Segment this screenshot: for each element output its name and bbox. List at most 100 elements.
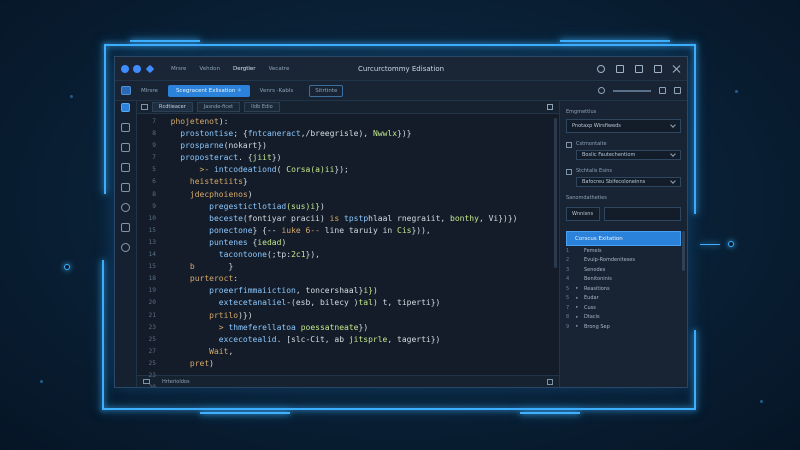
panel-toggle-icon[interactable] xyxy=(659,87,666,94)
tree-item[interactable]: 2 Evuip-Romdeniteses xyxy=(566,256,681,266)
line-number: 7 xyxy=(152,118,156,125)
code-token: jitsprle xyxy=(348,334,388,344)
toolbar-icon[interactable] xyxy=(121,86,131,95)
title-bar: Mrsre Vehdon Dergtler Vecatre Curcurctom… xyxy=(115,57,687,81)
menu-item-active[interactable]: Dergtler xyxy=(233,66,256,72)
search-icon[interactable] xyxy=(598,87,605,94)
tab-overflow-icon[interactable] xyxy=(547,104,553,110)
code-token: , Vi})}) xyxy=(478,213,518,223)
code-line[interactable]: b } xyxy=(161,261,559,273)
code-line[interactable]: purteroct: xyxy=(161,273,559,285)
tree-item[interactable]: 7 ▸ Cuss xyxy=(566,303,681,313)
code-line[interactable]: ponectone} {-- iuke 6-- line taruiy in C… xyxy=(161,225,559,237)
code-token: { xyxy=(247,237,258,247)
close-window-button[interactable] xyxy=(673,65,681,73)
code-line[interactable] xyxy=(161,370,559,375)
files-icon[interactable] xyxy=(121,123,130,132)
option-dropdown[interactable]: Boslic Fautechentiom xyxy=(576,150,681,160)
tree-item[interactable]: 5 ▸ Reasitions xyxy=(566,284,681,294)
code-line[interactable]: jdecphoienos) xyxy=(161,189,559,201)
code-line[interactable]: prosparne(nokart}) xyxy=(161,140,559,152)
primary-action-button[interactable]: Scegracent Exlisation ✧ xyxy=(167,84,250,97)
user-icon[interactable] xyxy=(121,203,130,212)
chevron-right-icon[interactable]: ▸ xyxy=(576,324,584,329)
list-icon[interactable] xyxy=(121,183,130,192)
tab-menu-icon[interactable] xyxy=(141,104,148,110)
panel-scrollbar[interactable] xyxy=(682,231,685,271)
code-token: excecotealid xyxy=(218,334,277,344)
option-checkbox[interactable] xyxy=(566,142,572,148)
tree-header[interactable]: Corscus Exitation xyxy=(566,231,681,246)
document-icon[interactable] xyxy=(121,163,130,172)
code-line[interactable]: phojetenot): xyxy=(161,116,559,128)
code-line[interactable]: proposteract. {jiit}) xyxy=(161,152,559,164)
option-dropdown[interactable]: Bafocreu Sbifecoloneinns xyxy=(576,177,681,187)
tab[interactable]: Jasnde-ficet xyxy=(196,102,241,112)
option-checkbox[interactable] xyxy=(566,169,572,175)
panel-dropdown[interactable]: Pnotaxp Wirsfiweds xyxy=(566,119,681,133)
code-text[interactable]: phojetenot): prostontise; {fntcaneract,/… xyxy=(161,114,559,375)
workspace: Rcdtieacer Jasnde-ficet Ildb Edio 7 8 9 7 5 6… xyxy=(115,101,687,387)
code-line[interactable]: excecotealid. [slc-Cit, ab jitsprle, tag… xyxy=(161,334,559,346)
code-line[interactable]: pregestictlotiad(sus)i}) xyxy=(161,201,559,213)
chevron-right-icon[interactable]: ▸ xyxy=(576,305,584,310)
chevron-right-icon[interactable]: ▸ xyxy=(576,315,584,320)
status-bar: Hrterioldos xyxy=(137,375,559,387)
search-icon[interactable] xyxy=(597,64,605,73)
split-button[interactable]: Wnnisns xyxy=(566,207,600,221)
code-line[interactable]: prtilo)}) xyxy=(161,310,559,322)
code-token: i} xyxy=(363,286,373,296)
code-line[interactable]: > thmeferellatoa poessatneate}) xyxy=(161,322,559,334)
tree-item-label: Dtacis xyxy=(584,314,600,321)
code-token: })} xyxy=(397,129,412,139)
layout-icon[interactable] xyxy=(616,64,624,73)
mode-toggle[interactable]: Venrs ·Kabls xyxy=(260,88,294,94)
chevron-right-icon[interactable]: ▸ xyxy=(576,286,584,291)
code-token: (;tp: xyxy=(266,250,292,260)
code-line[interactable]: tacontoone(;tp:2c1}), xyxy=(161,249,559,261)
tab-active[interactable]: Rcdtieacer xyxy=(152,102,193,112)
panel-dropdown-value: Pnotaxp Wirsfiweds xyxy=(572,123,621,129)
chevron-right-icon[interactable]: ▸ xyxy=(576,296,584,301)
code-line[interactable]: beceste(fontiyar pracii) is tpstphlaal r… xyxy=(161,213,559,225)
tree-item[interactable]: 3 Senodes xyxy=(566,265,681,275)
toolbar-item[interactable]: Mlrsre xyxy=(141,88,158,94)
code-token: iedad xyxy=(257,237,282,247)
code-line[interactable]: Wait, xyxy=(161,346,559,358)
menu-item[interactable]: Vehdon xyxy=(199,66,220,72)
tree-item-number: 7 xyxy=(566,304,570,311)
split-input[interactable] xyxy=(604,207,681,221)
tree-item[interactable]: 5 ▸ Eudar xyxy=(566,294,681,304)
code-line[interactable]: >- intcodeationd( Corsa(a)ii}); xyxy=(161,164,559,176)
editor-scrollbar[interactable] xyxy=(554,118,557,268)
code-token: extecetanaliel xyxy=(218,298,287,308)
code-line[interactable]: extecetanaliel-(esb, bilecy )tal) t, tip… xyxy=(161,297,559,309)
menu-item[interactable]: Vecatre xyxy=(269,66,290,72)
explorer-icon[interactable] xyxy=(121,103,130,112)
split-view-icon[interactable] xyxy=(674,87,681,94)
shield-icon[interactable] xyxy=(121,243,130,252)
restore-window-button[interactable] xyxy=(635,64,643,73)
code-line[interactable]: puntenes {iedad) xyxy=(161,237,559,249)
package-icon[interactable] xyxy=(121,223,130,232)
status-icon[interactable] xyxy=(547,378,553,385)
tree-item[interactable]: 4 Benitoninis xyxy=(566,275,681,285)
settings-button[interactable]: Sitrtinte xyxy=(309,84,344,97)
maximize-window-button[interactable] xyxy=(654,64,662,73)
menu-item[interactable]: Mrsre xyxy=(171,66,186,72)
tree-item[interactable]: 9 ▸ Brong Sep xyxy=(566,322,681,332)
copy-icon[interactable] xyxy=(121,143,130,152)
search-field[interactable] xyxy=(613,89,651,92)
tree-item[interactable]: 1 Femeis xyxy=(566,246,681,256)
code-line[interactable]: prostontise; {fntcaneract,/breegrisle), … xyxy=(161,128,559,140)
code-line[interactable]: pret) xyxy=(161,358,559,370)
code-line[interactable]: proeerfimmaiiction, toncershaal}i}) xyxy=(161,285,559,297)
code-line[interactable]: heistetiits} xyxy=(161,176,559,188)
code-area[interactable]: 7897568910151314151819202123252725232022… xyxy=(137,114,559,387)
tab[interactable]: Ildb Edio xyxy=(244,102,280,112)
code-token: , tagerti}) xyxy=(387,334,441,344)
tree-item[interactable]: 8 ▸ Dtacis xyxy=(566,313,681,323)
